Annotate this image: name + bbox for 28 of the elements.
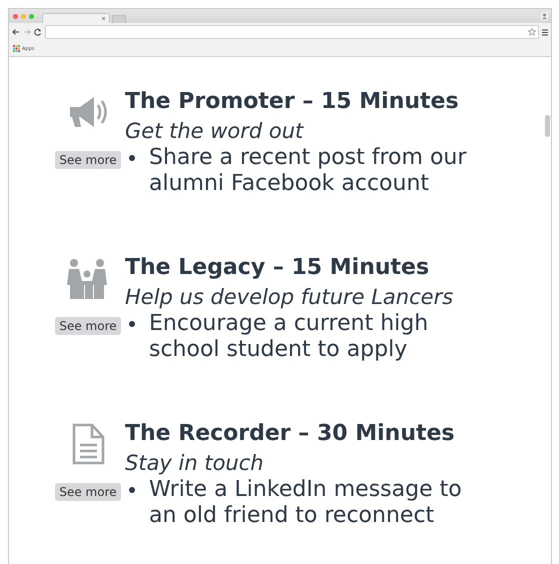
bullet-icon <box>129 321 135 327</box>
close-icon[interactable] <box>102 17 105 20</box>
star-icon[interactable] <box>528 28 536 36</box>
minimize-window-button[interactable] <box>21 14 26 18</box>
bullet-icon <box>129 155 135 161</box>
scrollbar-thumb[interactable] <box>545 115 550 137</box>
profile-icon[interactable] <box>540 11 549 21</box>
activity-title: The Recorder – 30 Minutes <box>125 420 456 448</box>
maximize-window-button[interactable] <box>29 14 34 18</box>
forward-icon[interactable] <box>23 28 31 36</box>
bullet-icon <box>129 487 135 493</box>
activity-description: Encourage a current high school student to apply <box>149 311 428 363</box>
activity-subtitle: Help us develop future Lancers <box>125 284 454 311</box>
family-icon <box>66 257 110 299</box>
close-window-button[interactable] <box>13 14 18 18</box>
see-more-button[interactable]: See more <box>55 317 121 335</box>
menu-icon[interactable] <box>542 28 548 36</box>
activity-subtitle: Get the word out <box>125 118 305 145</box>
back-icon[interactable] <box>12 28 20 36</box>
activity-title: The Promoter – 15 Minutes <box>125 88 460 116</box>
activity-description: Write a LinkedIn message to an old friend to reconnect <box>149 477 462 529</box>
apps-icon[interactable] <box>13 45 20 52</box>
see-more-button[interactable]: See more <box>55 151 121 169</box>
activity-title: The Legacy – 15 Minutes <box>125 254 430 282</box>
activity-description: Share a recent post from our alumni Facebook account <box>149 145 466 197</box>
see-more-button[interactable]: See more <box>55 483 121 501</box>
reload-icon[interactable] <box>34 28 42 36</box>
activity-subtitle: Stay in touch <box>125 450 265 477</box>
